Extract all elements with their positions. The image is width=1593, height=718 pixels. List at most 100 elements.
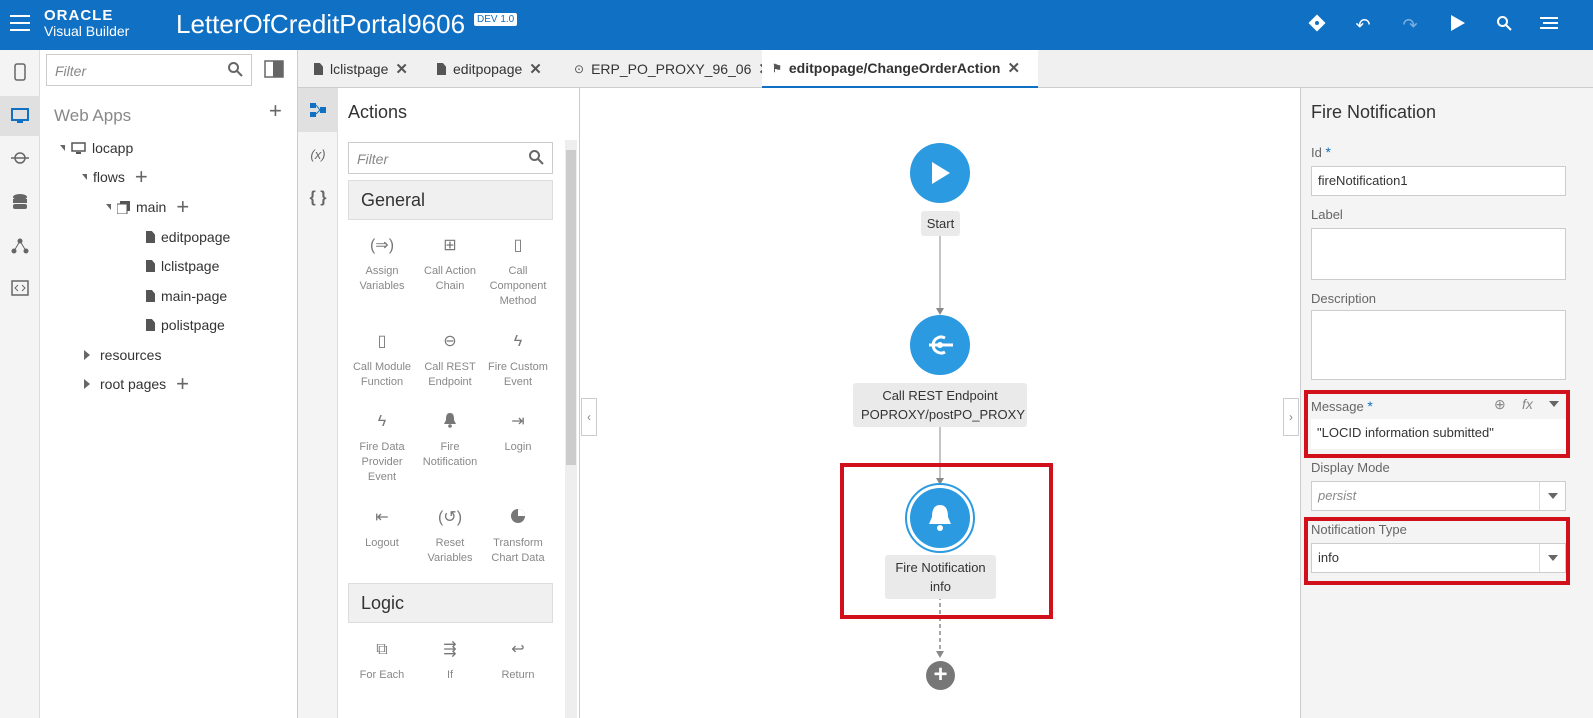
category-logic[interactable]: Logic [348,583,553,623]
collapse-right-icon[interactable]: › [1283,398,1299,436]
navigator-filter-input[interactable]: Filter [46,54,252,86]
collapse-icon[interactable] [84,350,90,360]
action-chain-canvas[interactable]: ‹ › Start Call REST Endpoint POPROXY/pos… [581,88,1299,718]
tree-item-main[interactable]: main + [106,196,189,218]
expand-icon[interactable] [60,145,65,151]
mobile-apps-icon[interactable] [0,52,40,92]
add-flow-button[interactable]: + [135,166,148,188]
app-title: LetterOfCreditPortal9606 [176,9,466,39]
tab-erp-po-proxy[interactable]: ⊙ ERP_PO_PROXY_96_06 ✕ [564,50,781,88]
action-call-action-chain[interactable]: ⊞ Call Action Chain [418,236,482,294]
action-login[interactable]: ⇥ Login [486,412,550,455]
node-title: Call REST Endpoint [882,388,998,403]
tab-editpopage[interactable]: editpopage ✕ [427,50,552,88]
tree-item-page[interactable]: polistpage [146,315,225,335]
start-node[interactable] [910,143,970,203]
expand-icon[interactable] [106,204,111,210]
page-icon [146,290,155,302]
redo-icon[interactable]: ↷ [1399,14,1421,36]
bell-icon [418,412,482,432]
tree-item-locapp[interactable]: locapp [60,138,133,158]
action-label: Call Action Chain [424,265,476,292]
bell-icon [929,505,951,531]
category-general[interactable]: General [348,180,553,220]
action-logout[interactable]: ⇤ Logout [350,508,414,551]
expand-icon[interactable] [82,174,87,180]
action-if[interactable]: ⇶ If [418,640,482,683]
message-label-text: Message [1311,399,1364,414]
action-return[interactable]: ↩ Return [486,640,550,683]
chevron-down-icon[interactable] [1539,544,1565,572]
for-each-icon: ⧉ [376,641,388,658]
web-apps-icon[interactable] [0,96,40,136]
variables-icon[interactable]: (x) [298,132,338,176]
tree-item-page[interactable]: lclistpage [146,256,219,276]
translate-globe-icon[interactable]: ⊕ [1494,396,1506,413]
message-field[interactable]: "LOCID information submitted" [1311,419,1566,449]
call-rest-endpoint-icon [929,335,953,355]
source-view-icon[interactable] [0,268,40,308]
action-fire-notification[interactable]: Fire Notification [418,412,482,470]
action-label: Logout [365,537,399,549]
add-web-app-button[interactable]: + [269,100,282,122]
tree-item-root-pages[interactable]: root pages + [84,373,189,395]
chain-editor-strip: (x) { } [298,88,338,718]
action-assign-variables[interactable]: (⇒) Assign Variables [350,236,414,294]
message-options-chevron-icon[interactable] [1549,401,1559,407]
collapse-icon[interactable] [84,379,90,389]
play-icon [932,162,950,184]
close-icon[interactable]: ✕ [395,60,408,78]
description-field[interactable] [1311,310,1566,380]
action-call-component-method[interactable]: ▯ Call Component Method [486,236,550,309]
call-rest-node[interactable] [910,315,970,375]
close-icon[interactable]: ✕ [529,60,542,78]
git-icon[interactable] [1306,14,1328,36]
fire-data-provider-event-icon: ϟ [377,413,387,430]
action-for-each[interactable]: ⧉ For Each [350,640,414,683]
tab-change-order-action[interactable]: ⚑ editpopage/ChangeOrderAction ✕ [762,50,1038,89]
tree-item-page[interactable]: editpopage [146,227,230,247]
actions-scrollbar[interactable] [565,140,577,718]
tab-lclistpage[interactable]: lclistpage ✕ [304,50,418,88]
action-transform-chart-data[interactable]: Transform Chart Data [486,508,550,566]
tree-item-flows[interactable]: flows + [82,166,148,188]
actions-filter-input[interactable]: Filter [348,142,553,174]
notification-type-select[interactable]: info [1311,543,1566,573]
close-icon[interactable]: ✕ [1007,59,1020,77]
oracle-logo: ORACLE [44,7,114,24]
business-objects-icon[interactable] [0,182,40,222]
fire-notification-node[interactable] [910,488,970,548]
tree-item-page[interactable]: main-page [146,286,227,306]
label-field[interactable] [1311,228,1566,280]
chevron-down-icon[interactable] [1539,482,1565,510]
add-root-page-button[interactable]: + [176,373,189,395]
code-icon[interactable]: { } [298,176,338,220]
add-action-button[interactable]: + [926,661,955,690]
action-call-module-function[interactable]: ▯ Call Module Function [350,332,414,390]
action-reset-variables[interactable]: (↺) Reset Variables [418,508,482,566]
action-fire-custom-event[interactable]: ϟ Fire Custom Event [486,332,550,390]
search-icon[interactable] [1493,14,1515,36]
actions-panel: Actions Filter General (⇒) Assign Variab… [338,88,580,718]
collapse-panel-icon[interactable] [264,60,284,78]
collapse-left-icon[interactable]: ‹ [581,398,597,436]
expression-fx-icon[interactable]: fx [1522,396,1533,412]
display-mode-select[interactable]: persist [1311,481,1566,511]
scrollbar-thumb[interactable] [566,150,576,465]
undo-icon[interactable]: ↶ [1352,14,1374,36]
tree-item-resources[interactable]: resources [84,345,161,365]
add-page-button[interactable]: + [176,196,189,218]
service-connections-icon[interactable] [0,138,40,178]
call-action-chain-icon: ⊞ [443,237,457,254]
action-fire-data-provider-event[interactable]: ϟ Fire Data Provider Event [350,412,414,485]
if-icon: ⇶ [443,641,457,658]
processes-icon[interactable] [0,226,40,266]
run-icon[interactable] [1446,14,1468,36]
tree-label: lclistpage [161,258,220,274]
action-call-rest-endpoint[interactable]: ⊖ Call REST Endpoint [418,332,482,390]
action-chain-diagram-icon[interactable] [298,88,338,132]
page-icon [146,231,155,243]
menu-icon[interactable] [1538,14,1560,36]
hamburger-menu-icon[interactable] [10,15,30,33]
id-field[interactable]: fireNotification1 [1311,166,1566,196]
